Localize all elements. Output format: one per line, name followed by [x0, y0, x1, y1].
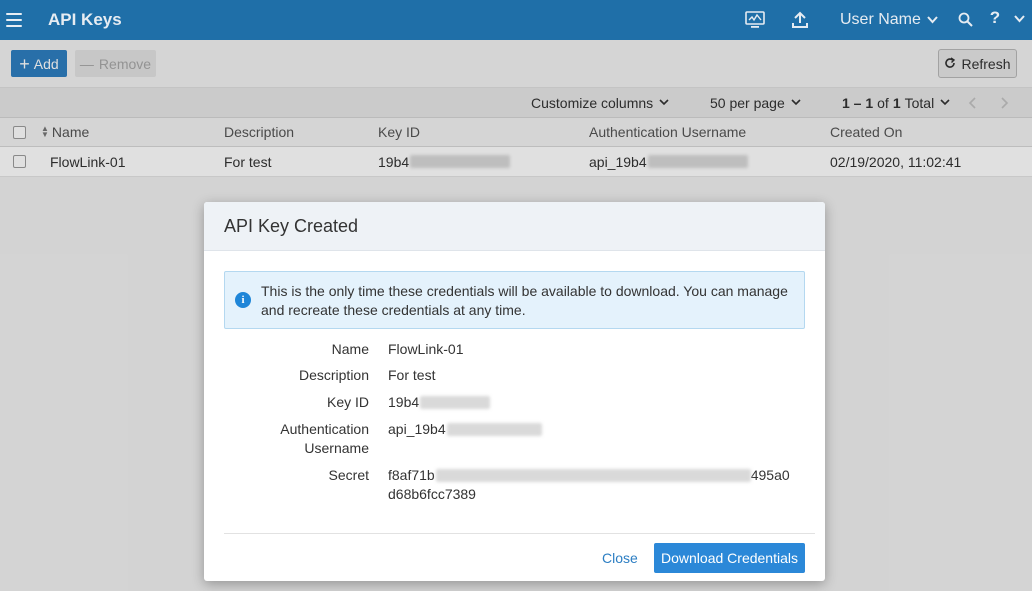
detail-name: Name FlowLink-01 [224, 340, 804, 359]
detail-label: Key ID [326, 394, 369, 410]
dialog-header: API Key Created [204, 202, 825, 251]
monitor-icon[interactable] [744, 9, 766, 31]
top-bar: API Keys User Name ? [0, 0, 1032, 40]
detail-label: Name [331, 341, 369, 357]
help-icon[interactable]: ? [986, 8, 1004, 28]
chevron-down-icon [927, 11, 938, 29]
chevron-down-icon[interactable] [1013, 14, 1025, 24]
menu-icon[interactable] [6, 13, 22, 27]
detail-description: Description For test [224, 366, 804, 385]
detail-value: api_19b4 [388, 420, 542, 439]
info-alert-text: This is the only time these credentials … [261, 283, 788, 318]
page-title: API Keys [48, 10, 122, 29]
secret-line-2: d68b6fcc7389 [388, 486, 476, 502]
user-menu[interactable]: User Name [840, 0, 950, 40]
redacted-text [435, 469, 751, 482]
detail-label: Authentication [280, 421, 369, 437]
info-icon: i [235, 292, 251, 308]
secret-visible-start: f8af71b [388, 467, 435, 483]
key-id-visible: 19b4 [388, 394, 420, 410]
detail-value: For test [388, 367, 436, 383]
redacted-text [420, 396, 491, 409]
user-name: User Name [840, 11, 921, 28]
detail-label: Secret [328, 467, 369, 483]
detail-value: 19b4 [388, 393, 491, 412]
dialog-divider [224, 533, 815, 534]
redacted-text [446, 423, 542, 436]
detail-label: Description [298, 367, 369, 383]
secret-visible-end: 495a0 [750, 467, 790, 483]
detail-key-id: Key ID 19b4 [224, 393, 804, 412]
detail-auth-username: Authentication Username api_19b4 [224, 420, 804, 458]
search-icon[interactable] [956, 10, 974, 28]
download-credentials-button[interactable]: Download Credentials [654, 543, 805, 573]
upload-icon[interactable] [789, 9, 811, 31]
info-alert: i This is the only time these credential… [224, 271, 805, 329]
auth-username-visible: api_19b4 [388, 421, 446, 437]
detail-label: Username [304, 440, 369, 456]
detail-value: FlowLink-01 [388, 341, 464, 357]
detail-value: f8af71b 495a0 [388, 466, 790, 485]
dialog-title: API Key Created [224, 216, 359, 236]
close-button[interactable]: Close [602, 543, 638, 573]
detail-secret: Secret f8af71b 495a0 d68b6fcc7389 [224, 466, 804, 504]
api-key-created-dialog: API Key Created i This is the only time … [204, 202, 825, 581]
